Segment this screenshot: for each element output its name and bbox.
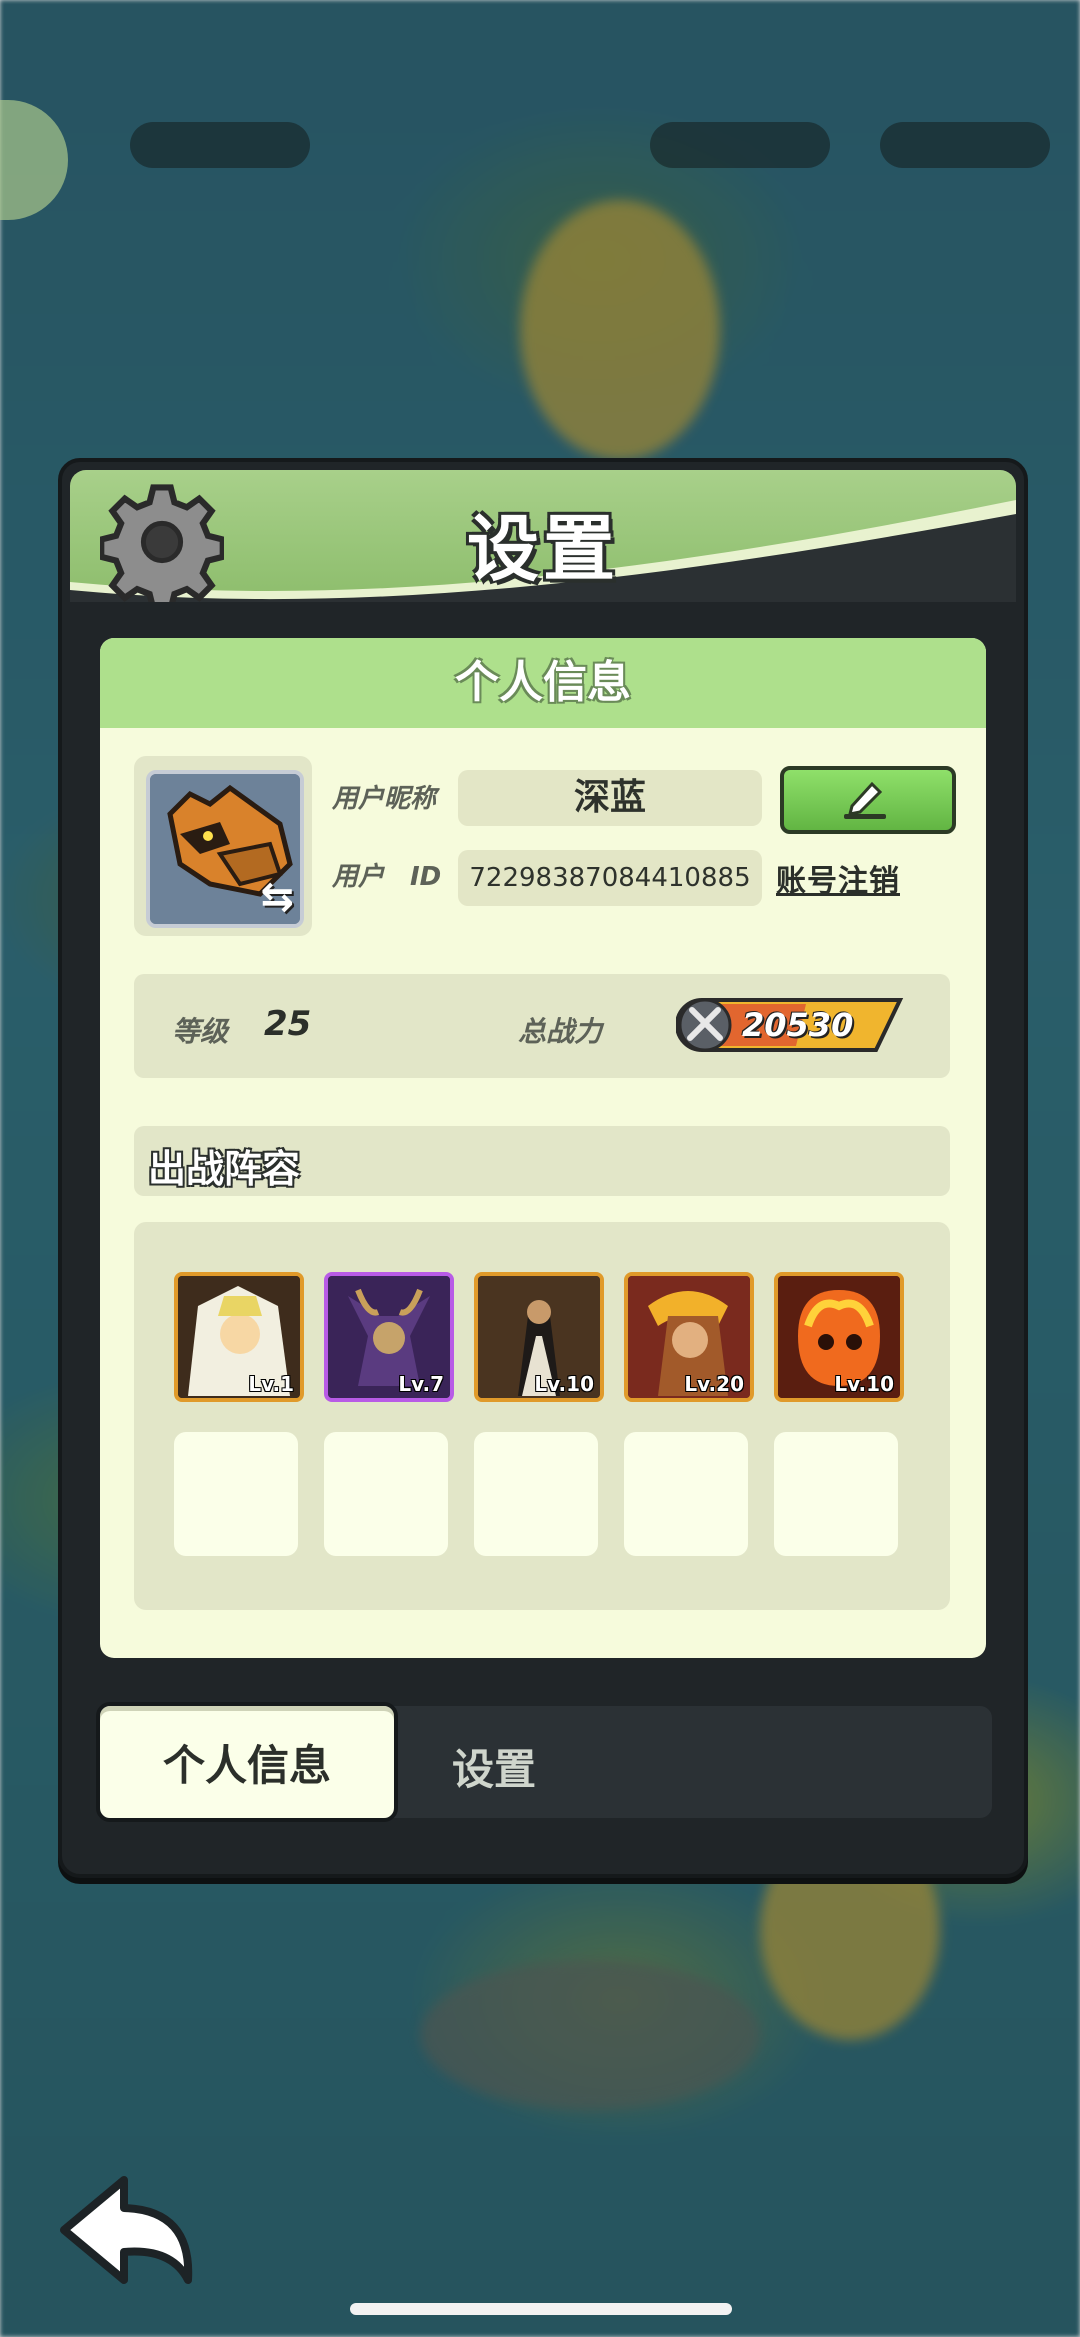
hero-level: Lv.1 [248, 1372, 294, 1396]
modal-header: 设置 [70, 470, 1016, 602]
level-value: 25 [264, 1004, 312, 1044]
hero-slot-4[interactable]: Lv.20 [624, 1272, 754, 1402]
empty-slot[interactable] [774, 1432, 898, 1556]
power-label: 总战力 [518, 1015, 603, 1048]
hud-bar-blur [130, 122, 310, 168]
tab-profile[interactable]: 个人信息 [96, 1702, 398, 1822]
user-id-field: 72298387084410885 [458, 850, 762, 906]
hero-slot-3[interactable]: Lv.10 [474, 1272, 604, 1402]
cancel-account-link[interactable]: 账号注销 [776, 856, 900, 900]
hud-bar-blur [650, 122, 830, 168]
home-indicator[interactable] [350, 2303, 732, 2315]
empty-slot[interactable] [474, 1432, 598, 1556]
empty-slot[interactable] [624, 1432, 748, 1556]
panel-title: 个人信息 [100, 638, 986, 728]
hero-level: Lv.10 [534, 1372, 594, 1396]
tab-settings[interactable]: 设置 [452, 1736, 536, 1797]
crossed-swords-icon [678, 998, 732, 1052]
power-badge: 20530 [675, 996, 906, 1054]
hero-level: Lv.10 [834, 1372, 894, 1396]
tab-profile-label: 个人信息 [162, 1741, 331, 1790]
modal-title: 设置 [466, 507, 619, 591]
empty-slot[interactable] [324, 1432, 448, 1556]
hero-slot-5[interactable]: Lv.10 [774, 1272, 904, 1402]
lineup-grid: Lv.1 Lv.7 Lv.10 Lv.20 Lv.10 [134, 1222, 950, 1610]
stats-row: 等级 25 总战力 20530 [134, 974, 950, 1078]
hero-slot-2[interactable]: Lv.7 [324, 1272, 454, 1402]
hero-level: Lv.20 [684, 1372, 744, 1396]
lineup-header: 出战阵容 [134, 1126, 950, 1196]
hero-slot-1[interactable]: Lv.1 [174, 1272, 304, 1402]
user-id-label: 用户 ID [332, 862, 442, 892]
empty-slot[interactable] [174, 1432, 298, 1556]
avatar-frame: ⇆ [134, 756, 312, 936]
avatar[interactable]: ⇆ [146, 770, 304, 928]
hero-level: Lv.7 [398, 1372, 444, 1396]
lineup-title: 出战阵容 [148, 1147, 301, 1191]
level-label: 等级 [172, 1015, 229, 1048]
power-value: 20530 [742, 1006, 854, 1044]
nickname-field: 深蓝 [458, 770, 762, 826]
edit-nickname-button[interactable] [780, 766, 956, 834]
edit-pencil-icon [844, 781, 886, 819]
hud-bar-blur [880, 122, 1050, 168]
nickname-label: 用户昵称 [332, 784, 437, 814]
settings-modal: 设置 个人信息 ⇆ 用户昵称 深蓝 用户 ID 7229838708441088… [58, 458, 1028, 1878]
bottom-tabs: 个人信息 设置 [96, 1702, 992, 1822]
swap-icon[interactable]: ⇆ [260, 874, 294, 920]
back-arrow-icon[interactable] [54, 2170, 204, 2290]
profile-panel: 个人信息 ⇆ 用户昵称 深蓝 用户 ID 72298387084410885 账… [100, 638, 986, 1658]
